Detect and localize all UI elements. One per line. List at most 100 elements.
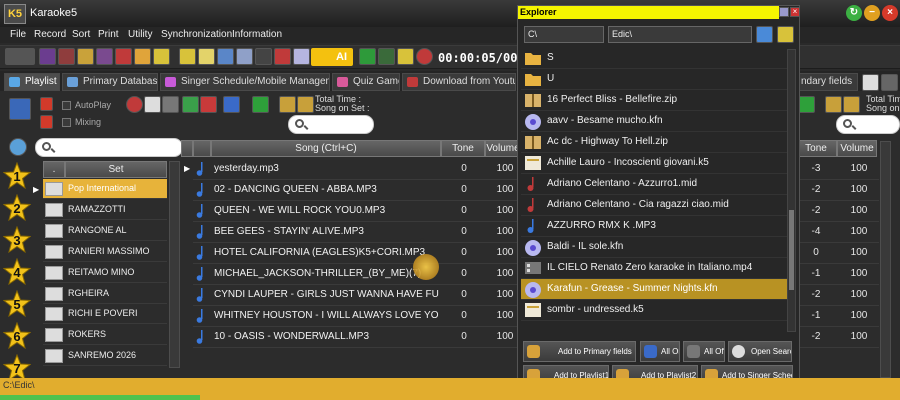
menu-file[interactable]: File <box>10 29 26 40</box>
right-tone-col-header[interactable]: Tone <box>795 140 837 157</box>
drive-select[interactable]: C\ <box>524 26 604 43</box>
explorer-file-row[interactable]: sombr - undressed.k5 <box>521 300 787 321</box>
explorer-file-row[interactable]: U <box>521 69 787 90</box>
audio-file-icon[interactable] <box>39 48 56 65</box>
video-icon[interactable] <box>274 48 291 65</box>
song-row[interactable]: BEE GEES - STAYIN' ALIVE.MP3 0 100 <box>193 222 523 243</box>
music-note-icon[interactable] <box>58 48 75 65</box>
priority-star-5[interactable]: 5 <box>2 289 32 318</box>
volume-col-header[interactable]: Volume <box>485 140 521 157</box>
set-col-header[interactable]: Set <box>65 161 167 178</box>
globe-icon[interactable] <box>9 138 27 156</box>
menu-synchronization[interactable]: Synchronization <box>161 29 232 40</box>
explorer-pin-icon[interactable] <box>779 7 789 17</box>
priority-star-4[interactable]: 4 <box>2 257 32 286</box>
set-row[interactable]: Pop International <box>43 179 167 199</box>
explorer-file-row[interactable]: Achille Lauro - Incoscienti giovani.k5 <box>521 153 787 174</box>
refresh-window-button[interactable]: ↻ <box>846 5 862 21</box>
tab-scroll-icon[interactable] <box>881 74 898 91</box>
tag-icon[interactable] <box>198 48 215 65</box>
tone-col-header[interactable]: Tone <box>441 140 485 157</box>
screen-icon[interactable] <box>255 48 272 65</box>
right-song-row[interactable]: -2 100 <box>795 327 879 348</box>
all-off-button[interactable]: All Off <box>683 341 725 362</box>
right-song-row[interactable]: -2 100 <box>795 285 879 306</box>
save-icon[interactable] <box>179 48 196 65</box>
stop-icon[interactable] <box>378 48 395 65</box>
menu-utility[interactable]: Utility <box>128 29 152 40</box>
ai-button[interactable]: AI <box>311 48 353 66</box>
folder-save-icon[interactable] <box>297 96 314 113</box>
pause-icon[interactable] <box>397 48 414 65</box>
set-col-dot-header[interactable]: . <box>43 161 65 178</box>
priority-star-6[interactable]: 6 <box>2 321 32 350</box>
image-icon[interactable] <box>77 48 94 65</box>
right-scrollbar[interactable] <box>880 141 891 378</box>
play-list-icon[interactable] <box>252 96 269 113</box>
add-to-primary-button[interactable]: Add to Primary fields <box>523 341 636 362</box>
record-small-icon[interactable] <box>126 96 143 113</box>
priority-star-2[interactable]: 2 <box>2 193 32 222</box>
song-row[interactable]: QUEEN - WE WILL ROCK YOU0.MP3 0 100 <box>193 201 523 222</box>
tab-download-youtube[interactable]: Download from Youtube <box>402 73 516 91</box>
song-row[interactable]: WHITNEY HOUSTON - I WILL ALWAYS LOVE YO 0… <box>193 306 523 327</box>
search-file-icon[interactable] <box>236 48 253 65</box>
song-row[interactable]: MICHAEL_JACKSON-THRILLER_(BY_ME)(7) 0 100 <box>193 264 523 285</box>
playlist-search-input[interactable] <box>288 115 374 134</box>
film-icon[interactable] <box>162 96 179 113</box>
tab-primary-database[interactable]: Primary Database <box>62 73 158 91</box>
explorer-file-row[interactable]: aavv - Besame mucho.kfn <box>521 111 787 132</box>
explorer-file-row[interactable]: AZZURRO RMX K .MP3 <box>521 216 787 237</box>
right-volume-col-header[interactable]: Volume <box>837 140 877 157</box>
explorer-file-row[interactable]: Ac dc - Highway To Hell.zip <box>521 132 787 153</box>
tab-secondary-fields[interactable]: ndary fields <box>796 73 858 91</box>
zoom-icon[interactable] <box>217 48 234 65</box>
explorer-file-row[interactable]: IL CIELO Renato Zero karaoke in Italiano… <box>521 258 787 279</box>
explorer-file-row[interactable]: Baldi - IL sole.kfn <box>521 237 787 258</box>
explorer-file-row[interactable]: 16 Perfect Bliss - Bellefire.zip <box>521 90 787 111</box>
folder-icon[interactable] <box>153 48 170 65</box>
folder-open-icon[interactable] <box>279 96 296 113</box>
tab-playlist[interactable]: Playlist <box>4 73 60 91</box>
explorer-folder-icon[interactable] <box>777 26 794 43</box>
mixing-checkbox[interactable] <box>62 118 71 127</box>
all-on-button[interactable]: All On <box>640 341 680 362</box>
song-col-header[interactable]: Song (Ctrl+C) <box>211 140 441 157</box>
right-song-row[interactable]: -4 100 <box>795 222 879 243</box>
explorer-scroll-thumb[interactable] <box>789 210 794 290</box>
explorer-close-icon[interactable]: × <box>790 7 800 17</box>
song-row[interactable]: HOTEL CALIFORNIA (EAGLES)K5+CORI.MP3 0 100 <box>193 243 523 264</box>
move-down-icon[interactable] <box>40 115 53 129</box>
song-row[interactable]: CYNDI LAUPER - GIRLS JUST WANNA HAVE FU 0… <box>193 285 523 306</box>
set-scrollbar[interactable] <box>169 161 180 368</box>
sort-az-icon[interactable] <box>9 98 31 120</box>
close-button[interactable]: × <box>882 5 898 21</box>
autoplay-checkbox[interactable] <box>62 101 71 110</box>
right-song-row[interactable]: -2 100 <box>795 180 879 201</box>
record-button-icon[interactable] <box>416 48 433 65</box>
right-song-row[interactable]: -1 100 <box>795 264 879 285</box>
save-list-icon[interactable] <box>223 96 240 113</box>
set-row[interactable]: RGHEIRA <box>43 284 167 304</box>
set-row[interactable]: REITAMO MINO <box>43 263 167 283</box>
explorer-file-row[interactable]: Karafun - Grease - Summer Nights.kfn <box>521 279 787 300</box>
move-up-icon[interactable] <box>40 97 53 111</box>
song-row[interactable]: 10 - OASIS - WONDERWALL.MP3 0 100 <box>193 327 523 348</box>
song-row[interactable]: yesterday.mp3 0 100 <box>193 159 523 180</box>
menu-print[interactable]: Print <box>98 29 119 40</box>
mode-selector-button[interactable] <box>5 48 35 65</box>
explorer-file-row[interactable]: S <box>521 48 787 69</box>
tab-singer-schedule[interactable]: Singer Schedule/Mobile Management <box>160 73 330 91</box>
priority-star-3[interactable]: 3 <box>2 225 32 254</box>
set-row[interactable]: RANGONE AL <box>43 221 167 241</box>
explorer-file-row[interactable]: Adriano Celentano - Azzurro1.mid <box>521 174 787 195</box>
minimize-button[interactable]: − <box>864 5 880 21</box>
record-icon[interactable] <box>115 48 132 65</box>
right-folder-save-icon[interactable] <box>843 96 860 113</box>
set-row[interactable]: RAMAZZOTTI <box>43 200 167 220</box>
menu-record[interactable]: Record <box>34 29 66 40</box>
right-song-row[interactable]: -2 100 <box>795 201 879 222</box>
explorer-refresh-icon[interactable] <box>756 26 773 43</box>
priority-star-1[interactable]: 1 <box>2 161 32 190</box>
tab-icon[interactable] <box>862 74 879 91</box>
